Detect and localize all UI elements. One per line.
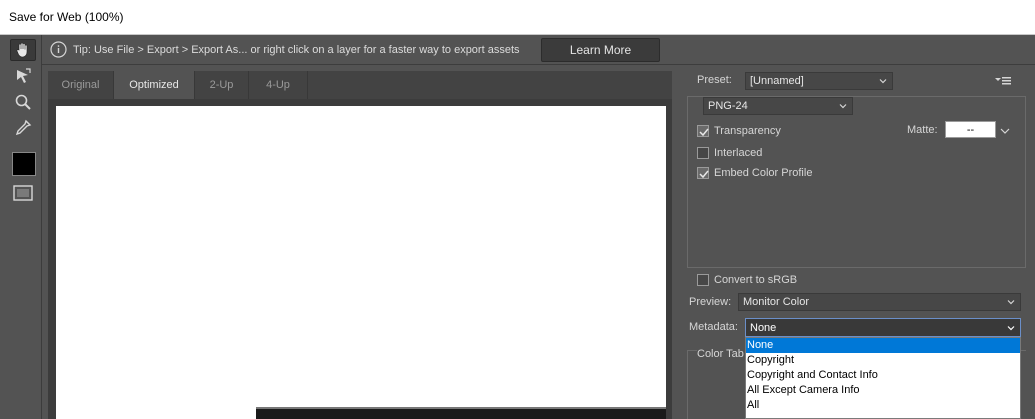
- chevron-down-icon: [879, 79, 887, 84]
- chevron-down-icon: [839, 104, 847, 109]
- tip-text: Tip: Use File > Export > Export As... or…: [73, 44, 520, 56]
- preview-image: [256, 407, 666, 419]
- metadata-option-none[interactable]: None: [746, 338, 1020, 353]
- matte-label: Matte:: [907, 124, 938, 136]
- preview-canvas[interactable]: [56, 106, 666, 419]
- slice-select-tool[interactable]: [10, 65, 36, 87]
- format-dropdown[interactable]: PNG-24: [703, 97, 853, 115]
- tab-optimized[interactable]: Optimized: [114, 71, 195, 99]
- matte-color-box[interactable]: --: [945, 121, 996, 138]
- toggle-slices-button[interactable]: [10, 182, 36, 204]
- interlaced-checkbox[interactable]: [697, 147, 709, 159]
- metadata-dropdown[interactable]: None: [745, 318, 1021, 337]
- transparency-label: Transparency: [714, 125, 781, 137]
- preset-dropdown[interactable]: [Unnamed]: [745, 72, 893, 90]
- metadata-option-all-except-camera[interactable]: All Except Camera Info: [746, 383, 1020, 398]
- embed-color-profile-label: Embed Color Profile: [714, 167, 813, 179]
- metadata-label: Metadata:: [689, 321, 738, 333]
- eyedropper-color-swatch[interactable]: [12, 152, 36, 176]
- hand-icon: [16, 42, 28, 58]
- chevron-down-icon: [1007, 326, 1015, 331]
- view-tabs: Original Optimized 2-Up 4-Up: [48, 71, 672, 99]
- tool-palette: [0, 35, 42, 419]
- preview-dropdown[interactable]: Monitor Color: [738, 293, 1021, 311]
- checkmark-icon: [699, 128, 709, 137]
- tip-bar: Tip: Use File > Export > Export As... or…: [42, 35, 1035, 65]
- slices-icon: [13, 185, 33, 201]
- hand-tool[interactable]: [10, 39, 36, 61]
- eyedropper-icon: [15, 119, 32, 136]
- learn-more-button[interactable]: Learn More: [541, 38, 660, 62]
- metadata-option-all[interactable]: All: [746, 398, 1020, 413]
- interlaced-label: Interlaced: [714, 147, 763, 159]
- preview-label: Preview:: [689, 296, 732, 308]
- preset-label: Preset:: [697, 74, 732, 86]
- convert-srgb-checkbox[interactable]: [697, 274, 709, 286]
- tab-2-up[interactable]: 2-Up: [195, 71, 249, 99]
- panel-menu-icon[interactable]: [994, 75, 1012, 87]
- zoom-tool[interactable]: [10, 91, 36, 113]
- eyedropper-tool[interactable]: [10, 117, 36, 139]
- matte-value: --: [966, 123, 975, 136]
- tab-4-up[interactable]: 4-Up: [249, 71, 308, 99]
- window-titlebar: Save for Web (100%): [0, 0, 1035, 35]
- matte-chevron-down-icon[interactable]: [999, 125, 1011, 137]
- arrow-icon: [17, 68, 31, 83]
- color-table-label: Color Tab: [697, 348, 746, 360]
- preview-value: Monitor Color: [743, 296, 810, 308]
- metadata-value: None: [750, 321, 777, 334]
- preset-value: [Unnamed]: [750, 75, 804, 87]
- format-value: PNG-24: [708, 100, 748, 112]
- transparency-checkbox[interactable]: [697, 125, 709, 137]
- chevron-down-icon: [1007, 300, 1015, 305]
- metadata-option-copyright[interactable]: Copyright: [746, 353, 1020, 368]
- embed-color-profile-checkbox[interactable]: [697, 167, 709, 179]
- metadata-option-copyright-contact[interactable]: Copyright and Contact Info: [746, 368, 1020, 383]
- checkmark-icon: [699, 170, 709, 179]
- window-title: Save for Web (100%): [9, 10, 124, 24]
- magnifier-icon: [15, 94, 31, 110]
- metadata-options-list: None Copyright Copyright and Contact Inf…: [745, 337, 1021, 419]
- info-icon: [50, 41, 67, 58]
- tab-original[interactable]: Original: [48, 71, 114, 99]
- convert-srgb-label: Convert to sRGB: [714, 274, 798, 286]
